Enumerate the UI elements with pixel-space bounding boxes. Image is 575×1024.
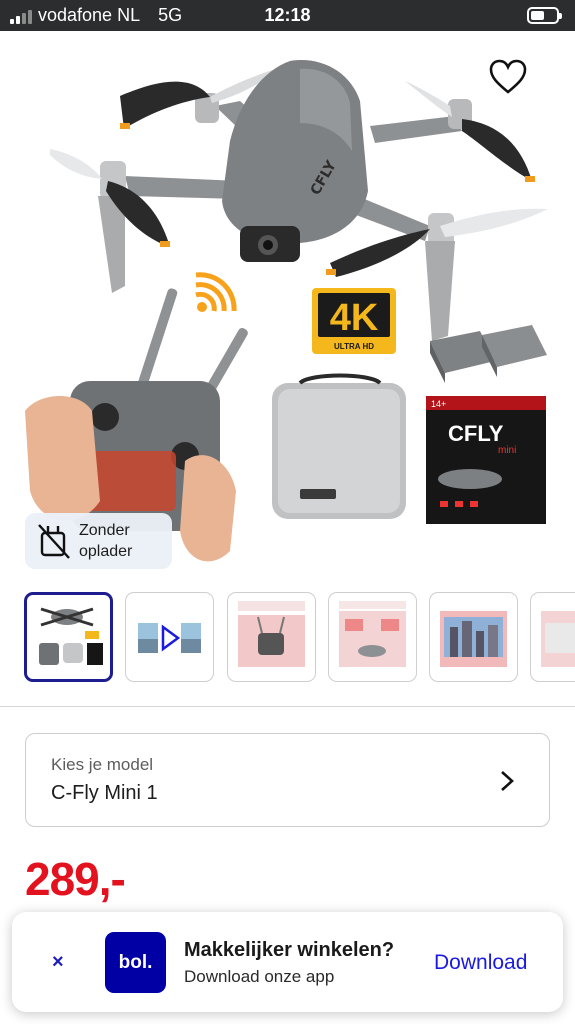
carry-case-image [272,373,406,519]
download-app-link[interactable]: Download [434,951,527,975]
status-bar: vodafone NL 5G 12:18 [0,0,575,31]
thumbnail-video[interactable] [125,592,214,682]
thumbnail-functions-image [339,601,406,667]
thumbnail-connectivity-image [238,601,305,667]
no-charger-badge: Zonder oplader [25,513,172,569]
thumbnail-3[interactable] [227,592,316,682]
thumbnail-features-image [541,611,575,667]
product-hero-image[interactable]: CFLY 4K ULTRA HD 14+ CFLY mini Zonder op… [0,31,575,571]
app-download-banner: × bol. Makkelijker winkelen? Download on… [12,912,563,1012]
thumbnail-5[interactable] [429,592,518,682]
thumbnail-product-overview [39,607,103,665]
no-charger-line1: Zonder [79,522,130,539]
svg-text:ULTRA HD: ULTRA HD [334,342,374,351]
status-time: 12:18 [264,5,311,25]
model-selector[interactable]: Kies je model C-Fly Mini 1 [25,733,550,827]
thumbnail-6[interactable] [530,592,575,682]
thumbnail-1[interactable] [24,592,113,682]
play-video-icon [138,623,201,653]
svg-text:CFLY: CFLY [448,421,504,446]
svg-text:14+: 14+ [431,399,446,409]
model-selector-label: Kies je model [51,755,154,774]
thumbnail-strip[interactable] [0,592,575,684]
close-icon[interactable]: × [52,951,64,974]
drone-product-illustration: CFLY 4K ULTRA HD 14+ CFLY mini [25,60,548,562]
svg-text:mini: mini [498,445,516,456]
drone-image: CFLY [50,60,548,341]
bol-logo: bol. [105,932,166,993]
product-box-image: 14+ CFLY mini [426,396,546,524]
product-price: 289,- [25,853,126,905]
heart-outline-icon[interactable] [489,59,527,95]
wifi-signal-image [195,272,237,312]
no-charger-text: Zonder oplader [79,520,149,562]
no-charger-line2: oplader [79,543,133,560]
no-charger-icon [38,524,70,559]
banner-subtitle: Download onze app [184,967,335,986]
banner-title: Makkelijker winkelen? [184,939,395,961]
section-divider [0,706,575,707]
thumbnail-4[interactable] [328,592,417,682]
svg-text:4K: 4K [330,297,379,339]
battery-icon [527,7,562,24]
model-selector-value: C-Fly Mini 1 [51,782,158,804]
chevron-right-icon [501,771,514,791]
thumbnail-aerial-photo-image [440,611,507,667]
4k-ultra-hd-badge: 4K ULTRA HD [312,288,396,354]
